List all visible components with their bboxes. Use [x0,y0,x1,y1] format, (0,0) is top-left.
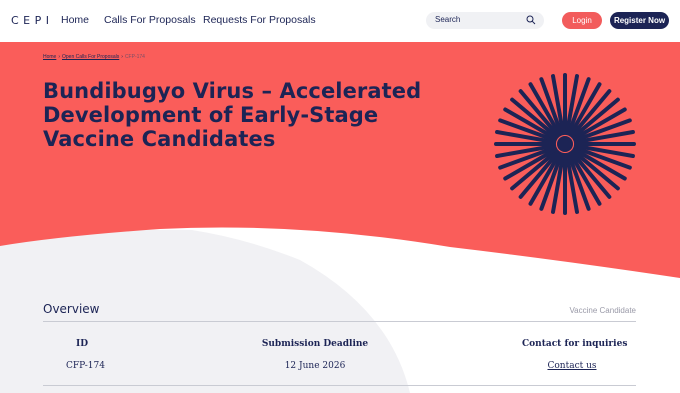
divider [43,321,636,322]
contact-label: Contact for inquiries [522,339,628,349]
nav-calls-for-proposals-link[interactable]: Calls For Proposals [104,14,196,26]
register-now-button[interactable]: Register Now [610,12,669,29]
id-value: CFP-174 [66,361,105,371]
deadline-label: Submission Deadline [261,339,369,349]
deadline-value: 12 June 2026 [284,361,346,371]
search-input[interactable]: Search [426,12,544,29]
breadcrumb-open-calls[interactable]: Open Calls For Proposals [62,54,119,60]
divider [43,385,636,386]
login-button[interactable]: Login [562,12,602,29]
breadcrumb: Home › Open Calls For Proposals › CFP-174 [43,54,145,60]
contact-us-link-wrap: Contact us [522,361,622,371]
page-title: Bundibugyo Virus – Accelerated Developme… [43,79,422,151]
sunburst-icon [494,73,636,215]
search-label: Search [435,15,461,24]
breadcrumb-home[interactable]: Home [43,54,56,60]
top-nav-bar: CEPI Home Calls For Proposals Requests F… [0,0,680,42]
search-icon[interactable] [526,15,536,25]
cepi-logo[interactable]: CEPI [11,14,54,27]
nav-home-link[interactable]: Home [61,14,89,26]
nav-requests-for-proposals-link[interactable]: Requests For Proposals [203,14,316,26]
overview-heading: Overview [43,302,100,316]
breadcrumb-current: CFP-174 [124,54,145,60]
category-tag: Vaccine Candidate [569,306,636,315]
contact-us-link[interactable]: Contact us [547,361,596,371]
id-label: ID [75,339,88,349]
